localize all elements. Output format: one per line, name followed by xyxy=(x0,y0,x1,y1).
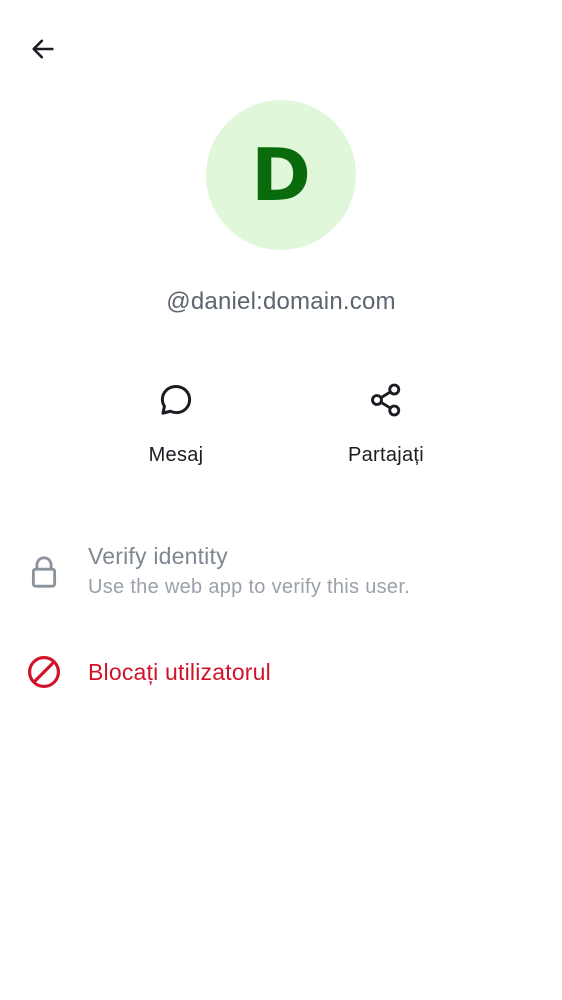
lock-icon xyxy=(22,550,66,594)
avatar[interactable]: D xyxy=(206,100,356,250)
verify-identity-row: Verify identity Use the web app to verif… xyxy=(0,540,562,606)
verify-subtitle: Use the web app to verify this user. xyxy=(88,576,411,598)
block-user-label: Blocați utilizatorul xyxy=(88,658,271,685)
message-button[interactable]: Mesaj xyxy=(106,378,246,467)
block-icon xyxy=(22,650,66,694)
share-button[interactable]: Partajați xyxy=(316,378,456,467)
chat-bubble-icon xyxy=(154,378,198,422)
message-label: Mesaj xyxy=(148,444,204,466)
arrow-left-icon xyxy=(29,35,57,68)
share-label: Partajați xyxy=(347,444,425,466)
share-icon xyxy=(364,378,408,422)
user-id: @daniel:domain.com xyxy=(166,288,396,315)
back-button[interactable] xyxy=(20,28,66,74)
block-user-button[interactable]: Blocați utilizatorul xyxy=(0,648,562,696)
verify-title: Verify identity xyxy=(88,543,228,569)
avatar-initial: D xyxy=(251,133,311,217)
